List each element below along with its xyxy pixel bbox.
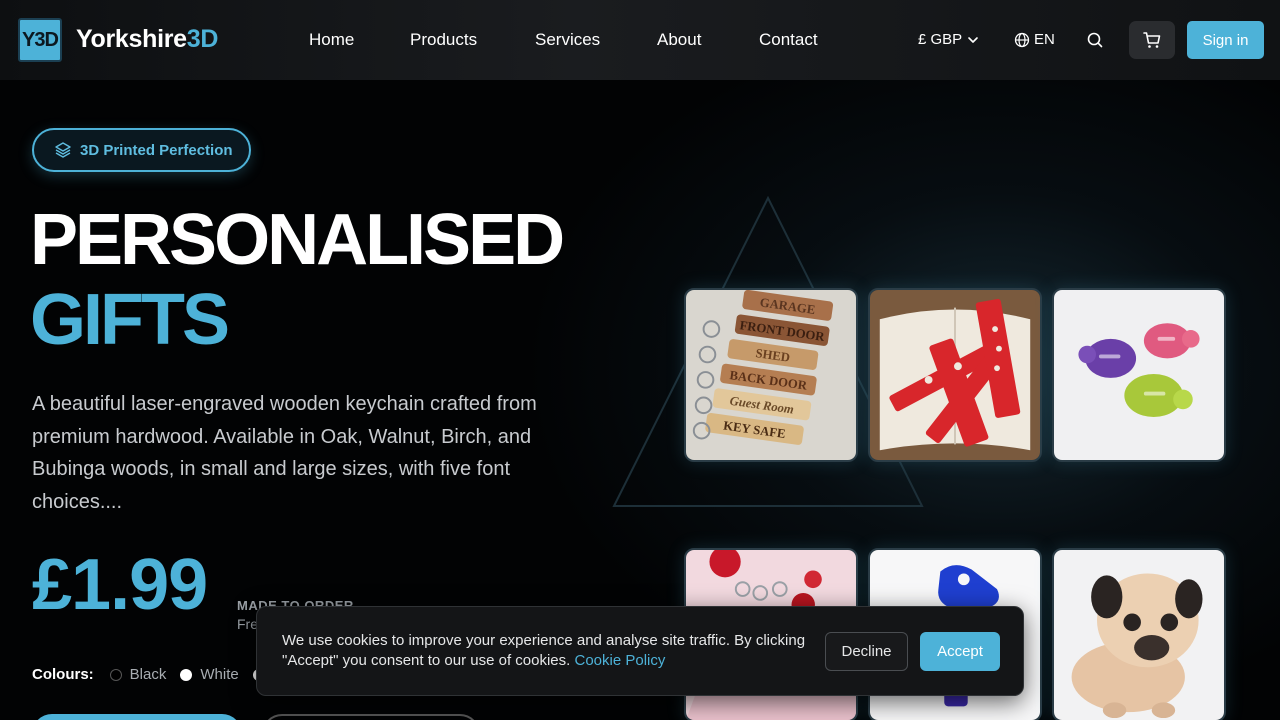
price: £1.99 — [32, 545, 208, 625]
product-tile-turtles[interactable] — [1052, 288, 1226, 462]
colours-label: Colours: — [32, 666, 94, 683]
search-icon — [1087, 32, 1103, 48]
layers-icon — [55, 142, 71, 158]
wooden-keychains-image: GARAGE FRONT DOOR SHED BACK DOOR Guest R… — [686, 290, 856, 460]
brand-part-2: 3D — [186, 25, 219, 53]
cookie-policy-link[interactable]: Cookie Policy — [574, 652, 665, 669]
colour-swatch — [180, 668, 193, 681]
free-label: Fre — [237, 616, 258, 632]
sign-in-button[interactable]: Sign in — [1187, 21, 1264, 59]
nav-contact[interactable]: Contact — [759, 30, 818, 50]
chevron-down-icon — [968, 36, 978, 43]
cookie-text: We use cookies to improve your experienc… — [282, 632, 806, 669]
badge-label: 3D Printed Perfection — [80, 141, 233, 159]
nav-services[interactable]: Services — [535, 30, 600, 50]
colour-option-white[interactable]: White — [180, 666, 239, 683]
cookie-message: We use cookies to improve your experienc… — [282, 631, 812, 671]
product-tile-keychains[interactable]: GARAGE FRONT DOOR SHED BACK DOOR Guest R… — [684, 288, 858, 462]
colour-name: Black — [129, 666, 167, 683]
currency-selector[interactable]: £ GBP — [918, 31, 980, 48]
product-tile-pug[interactable] — [1052, 548, 1226, 720]
colour-option-black[interactable]: Black — [109, 666, 167, 683]
title-line-1: PERSONALISED — [30, 200, 565, 280]
colour-options: Colours: Black White — [32, 666, 287, 683]
title-line-2: GIFTS — [30, 280, 230, 360]
language-label: EN — [1034, 31, 1055, 48]
nav-about[interactable]: About — [657, 30, 701, 50]
currency-label: £ GBP — [918, 31, 963, 48]
product-tile-bookmarks[interactable] — [868, 288, 1042, 462]
primary-cta-button[interactable] — [32, 714, 242, 720]
pug-figure-image — [1054, 550, 1224, 720]
colour-swatch — [109, 668, 122, 681]
cookie-banner: We use cookies to improve your experienc… — [256, 606, 1024, 696]
page-title: PERSONALISED GIFTS — [30, 200, 565, 360]
turtles-image — [1054, 290, 1224, 460]
red-bookmarks-image — [870, 290, 1040, 460]
site-header: Y3D Yorkshire3D Home Products Services A… — [0, 0, 1280, 80]
globe-icon — [1014, 32, 1030, 47]
logo[interactable]: Y3D — [18, 18, 62, 62]
hero-badge: 3D Printed Perfection — [32, 128, 251, 172]
accept-button[interactable]: Accept — [920, 632, 1000, 671]
colour-name: White — [200, 666, 239, 683]
cart-icon — [1143, 32, 1161, 48]
brand-name[interactable]: Yorkshire3D — [76, 25, 218, 54]
nav-home[interactable]: Home — [309, 30, 354, 50]
search-button[interactable] — [1086, 31, 1104, 49]
brand-part-1: Yorkshire — [76, 25, 187, 53]
cart-button[interactable] — [1129, 21, 1175, 59]
nav-products[interactable]: Products — [410, 30, 477, 50]
decline-button[interactable]: Decline — [825, 632, 908, 671]
product-description: A beautiful laser-engraved wooden keycha… — [32, 393, 537, 513]
language-selector[interactable]: EN — [1014, 31, 1055, 48]
secondary-cta-button[interactable] — [262, 714, 480, 720]
